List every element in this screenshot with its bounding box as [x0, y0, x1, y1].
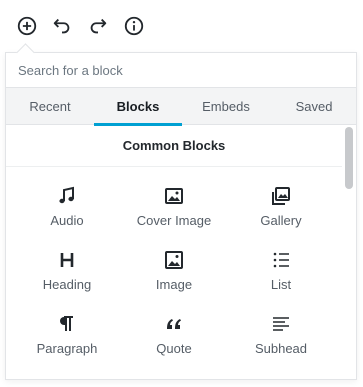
quote-icon [163, 313, 185, 335]
plus-circle-icon [17, 16, 37, 36]
block-image[interactable]: Image [121, 241, 227, 301]
inserter-content: Common Blocks Audio Cover Image Gallery … [6, 125, 356, 379]
block-label: Gallery [260, 213, 302, 228]
heading-icon [56, 249, 78, 271]
paragraph-icon [56, 313, 78, 335]
block-label: Cover Image [136, 213, 212, 228]
gallery-icon [270, 185, 292, 207]
tab-embeds[interactable]: Embeds [182, 88, 270, 125]
block-audio[interactable]: Audio [14, 177, 120, 237]
undo-button[interactable] [48, 12, 76, 40]
info-icon [124, 16, 144, 36]
inserter-scrollbar[interactable] [345, 127, 353, 377]
tab-saved[interactable]: Saved [270, 88, 358, 125]
section-title: Common Blocks [6, 125, 342, 167]
block-label: Paragraph [36, 341, 98, 356]
block-list[interactable]: List [228, 241, 334, 301]
scrollbar-thumb[interactable] [345, 127, 353, 189]
block-label: Quote [156, 341, 192, 356]
info-button[interactable] [120, 12, 148, 40]
block-heading[interactable]: Heading [14, 241, 120, 301]
block-label: List [270, 277, 292, 292]
block-inserter-popover: Search for a block Recent Blocks Embeds … [5, 43, 358, 380]
block-label: Subhead [254, 341, 308, 356]
block-cover-image[interactable]: Cover Image [121, 177, 227, 237]
image-icon [163, 249, 185, 271]
inserter-tabs: Recent Blocks Embeds Saved [6, 87, 358, 126]
tab-recent[interactable]: Recent [6, 88, 94, 125]
undo-icon [53, 18, 70, 34]
header-toolbar [0, 0, 363, 52]
tab-blocks[interactable]: Blocks [94, 88, 182, 126]
block-paragraph[interactable]: Paragraph [14, 305, 120, 365]
list-icon [270, 249, 292, 271]
block-label: Heading [42, 277, 92, 292]
block-gallery[interactable]: Gallery [228, 177, 334, 237]
subhead-icon [270, 313, 292, 335]
block-label: Image [155, 277, 193, 292]
redo-icon [90, 18, 107, 34]
block-quote[interactable]: Quote [121, 305, 227, 365]
add-block-button[interactable] [13, 12, 41, 40]
redo-button[interactable] [84, 12, 112, 40]
block-label: Audio [50, 213, 84, 228]
music-note-icon [56, 185, 78, 207]
editor-page: Search for a block Recent Blocks Embeds … [0, 0, 363, 387]
block-search-input[interactable]: Search for a block [6, 53, 356, 87]
block-subhead[interactable]: Subhead [228, 305, 334, 365]
cover-image-icon [163, 185, 185, 207]
